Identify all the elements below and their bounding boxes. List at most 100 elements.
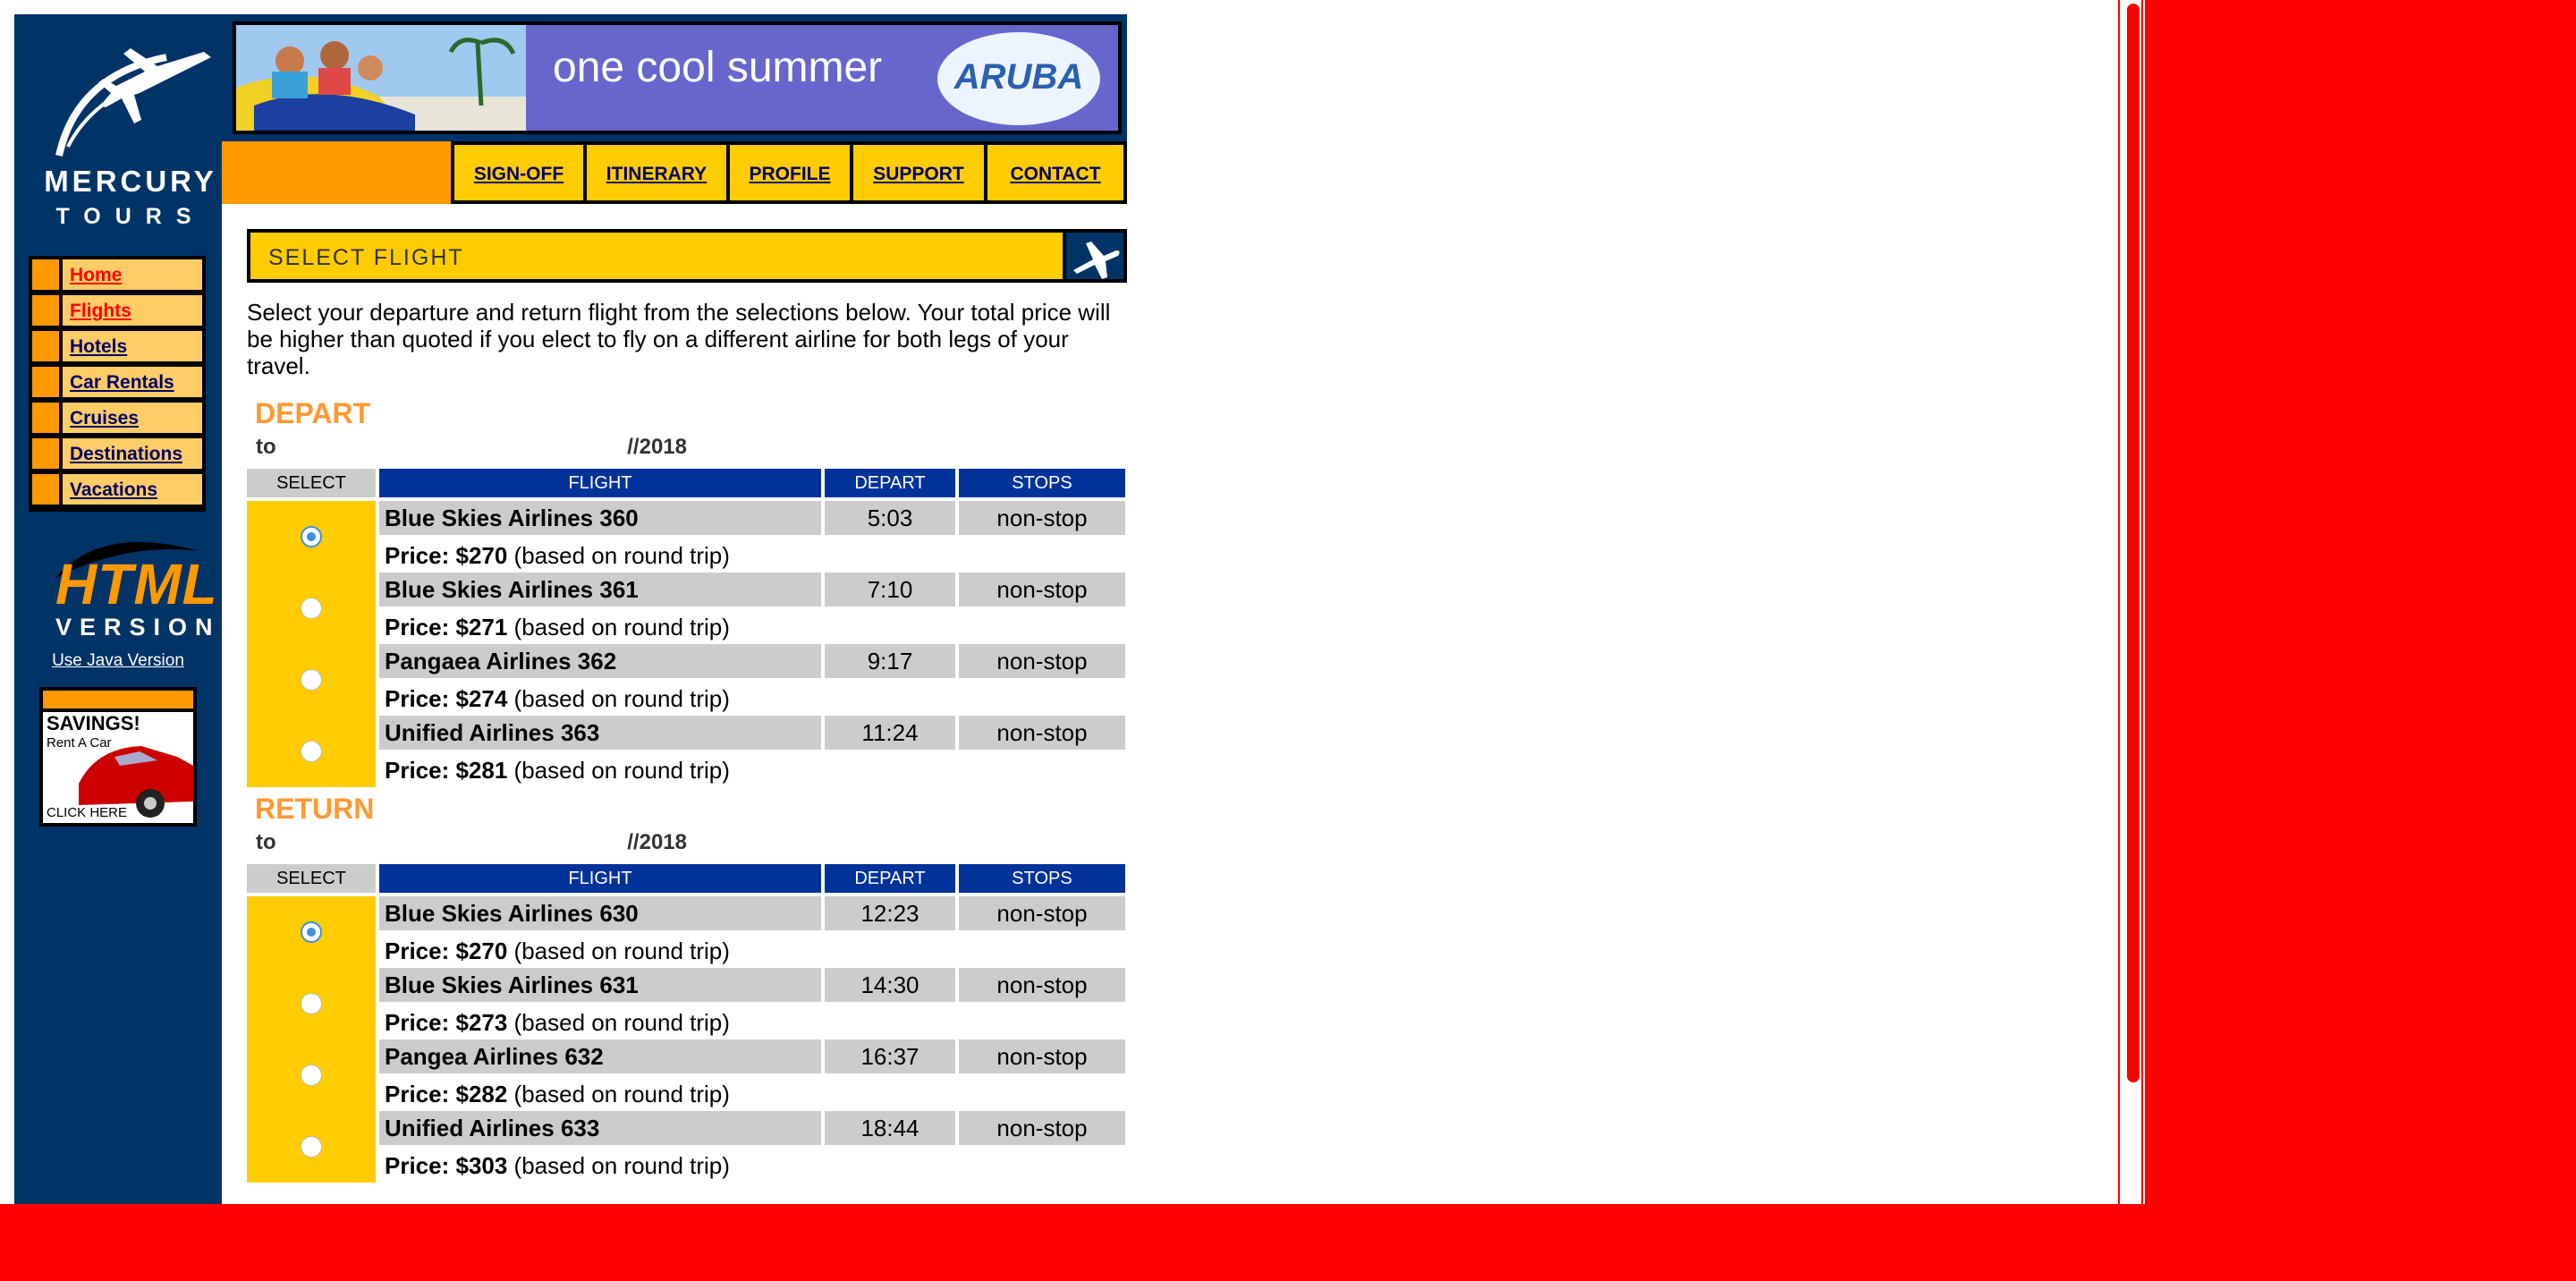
price-note: (based on round trip) <box>507 614 730 640</box>
table-row: Unified Airlines 363 11:24 non-stop Pric… <box>247 716 1125 787</box>
depart-radio[interactable] <box>301 669 322 691</box>
col-depart: DEPART <box>825 469 955 497</box>
flight-name: Blue Skies Airlines 631 <box>379 968 821 1002</box>
use-java-version-link[interactable]: Use Java Version <box>14 651 222 671</box>
flight-price: Price: $281 (based on round trip) <box>379 753 1125 787</box>
nav-square <box>32 259 63 290</box>
select-cell <box>247 716 376 787</box>
flight-time: 16:37 <box>825 1039 955 1073</box>
select-cell <box>247 573 376 644</box>
flight-stops: non-stop <box>959 1039 1125 1073</box>
price-label: Price: $271 <box>385 614 508 640</box>
flight-price: Price: $271 (based on round trip) <box>379 610 1125 644</box>
sidebar-link-flights[interactable]: Flights <box>70 301 131 322</box>
top-navigation: SIGN-OFF ITINERARY PROFILE SUPPORT CONTA… <box>451 141 1127 204</box>
flight-time: 5:03 <box>825 501 955 535</box>
sidebar-link-cruises[interactable]: Cruises <box>70 408 139 429</box>
flight-name-text: Pangea Airlines 632 <box>385 1043 604 1070</box>
depart-radio[interactable] <box>301 741 322 762</box>
profile-link[interactable]: PROFILE <box>730 164 850 185</box>
select-cell <box>247 896 376 968</box>
flight-name: Blue Skies Airlines 360 <box>379 501 821 535</box>
flight-name-text: Pangaea Airlines 362 <box>385 648 617 674</box>
flight-name-text: Unified Airlines 633 <box>385 1115 600 1141</box>
logo-line1: MERCURY <box>44 165 217 198</box>
sidebar-item-car-rentals[interactable]: Car Rentals <box>32 367 202 397</box>
sidebar-link-car-rentals[interactable]: Car Rentals <box>70 372 174 394</box>
col-stops: STOPS <box>959 864 1125 893</box>
flight-time: 12:23 <box>825 896 955 930</box>
sidebar-link-destinations[interactable]: Destinations <box>70 444 182 465</box>
flight-name-text: Blue Skies Airlines 361 <box>385 576 639 603</box>
scrollbar-thumb[interactable] <box>2127 4 2140 1082</box>
nav-square <box>32 295 63 326</box>
banner-photo <box>236 25 526 131</box>
select-flight-bar: SELECT FLIGHT <box>250 233 1063 279</box>
sidebar-item-home[interactable]: Home <box>32 259 202 290</box>
ad-click-text: CLICK HERE <box>47 805 128 820</box>
return-radio[interactable] <box>301 993 322 1014</box>
flight-time: 18:44 <box>825 1111 955 1145</box>
sidebar-item-cruises[interactable]: Cruises <box>32 403 202 433</box>
depart-date: //2018 <box>627 435 687 459</box>
select-cell <box>247 968 376 1039</box>
nav-square <box>32 474 63 505</box>
flight-time: 14:30 <box>825 968 955 1002</box>
depart-radio[interactable] <box>301 598 322 619</box>
logo-line2: TOURS <box>55 204 206 229</box>
price-label: Price: $274 <box>385 685 508 712</box>
mercury-tours-logo[interactable]: MERCURY TOURS <box>41 39 220 236</box>
table-row: Blue Skies Airlines 631 14:30 non-stop P… <box>247 968 1125 1039</box>
sidebar-link-home[interactable]: Home <box>70 265 122 286</box>
depart-radio[interactable] <box>301 526 322 547</box>
return-radio[interactable] <box>301 1065 322 1086</box>
nav-square <box>32 331 63 361</box>
return-radio[interactable] <box>301 1136 322 1158</box>
table-row: Blue Skies Airlines 361 7:10 non-stop Pr… <box>247 573 1125 644</box>
price-label: Price: $303 <box>385 1152 508 1179</box>
airplane-icon <box>1073 242 1120 279</box>
flight-price: Price: $282 (based on round trip) <box>379 1077 1125 1111</box>
col-stops: STOPS <box>959 469 1125 497</box>
sidebar-item-hotels[interactable]: Hotels <box>32 331 202 361</box>
flight-stops: non-stop <box>959 644 1125 678</box>
depart-table: SELECT FLIGHT DEPART STOPS Blue Skies Ai… <box>247 469 1125 789</box>
sidebar-item-flights[interactable]: Flights <box>32 295 202 326</box>
topnav-profile[interactable]: PROFILE <box>730 145 850 200</box>
airplane-logo-icon <box>55 48 211 157</box>
table-row: Blue Skies Airlines 360 5:03 non-stop Pr… <box>247 501 1125 573</box>
price-note: (based on round trip) <box>507 937 730 964</box>
topnav-support[interactable]: SUPPORT <box>853 145 984 200</box>
aruba-banner[interactable]: one cool summer ARUBA <box>233 21 1122 134</box>
signoff-link[interactable]: SIGN-OFF <box>454 164 583 185</box>
flight-price: Price: $303 (based on round trip) <box>379 1149 1125 1183</box>
return-title: RETURN <box>255 793 375 825</box>
nav-square <box>32 403 63 433</box>
banner-tagline: one cool summer <box>553 44 883 91</box>
rent-a-car-ad[interactable]: SAVINGS! Rent A Car CLICK HERE <box>39 687 197 827</box>
aruba-badge: ARUBA <box>937 32 1100 125</box>
flight-name: Unified Airlines 633 <box>379 1111 821 1145</box>
flight-price: Price: $270 (based on round trip) <box>379 934 1125 968</box>
return-radio[interactable] <box>301 921 322 943</box>
topnav-signoff[interactable]: SIGN-OFF <box>454 145 583 200</box>
flight-name: Unified Airlines 363 <box>379 716 821 750</box>
topnav-itinerary[interactable]: ITINERARY <box>587 145 726 200</box>
table-row: Pangaea Airlines 362 9:17 non-stop Price… <box>247 644 1125 716</box>
sidebar-link-hotels[interactable]: Hotels <box>70 336 127 358</box>
col-flight: FLIGHT <box>379 864 821 893</box>
sidebar-item-vacations[interactable]: Vacations <box>32 474 202 505</box>
select-cell <box>247 1111 376 1183</box>
sidebar-item-destinations[interactable]: Destinations <box>32 438 202 469</box>
sidebar-link-vacations[interactable]: Vacations <box>70 479 157 501</box>
price-note: (based on round trip) <box>507 1152 730 1179</box>
contact-link[interactable]: CONTACT <box>987 164 1123 185</box>
itinerary-link[interactable]: ITINERARY <box>587 164 726 185</box>
flight-name-text: Blue Skies Airlines 630 <box>385 900 639 927</box>
plane-badge <box>1066 233 1123 279</box>
select-flight-header: SELECT FLIGHT <box>247 229 1127 283</box>
banner-frame: one cool summer ARUBA <box>222 14 1127 141</box>
topnav-contact[interactable]: CONTACT <box>987 145 1123 200</box>
flight-stops: non-stop <box>959 968 1125 1002</box>
support-link[interactable]: SUPPORT <box>853 164 984 185</box>
